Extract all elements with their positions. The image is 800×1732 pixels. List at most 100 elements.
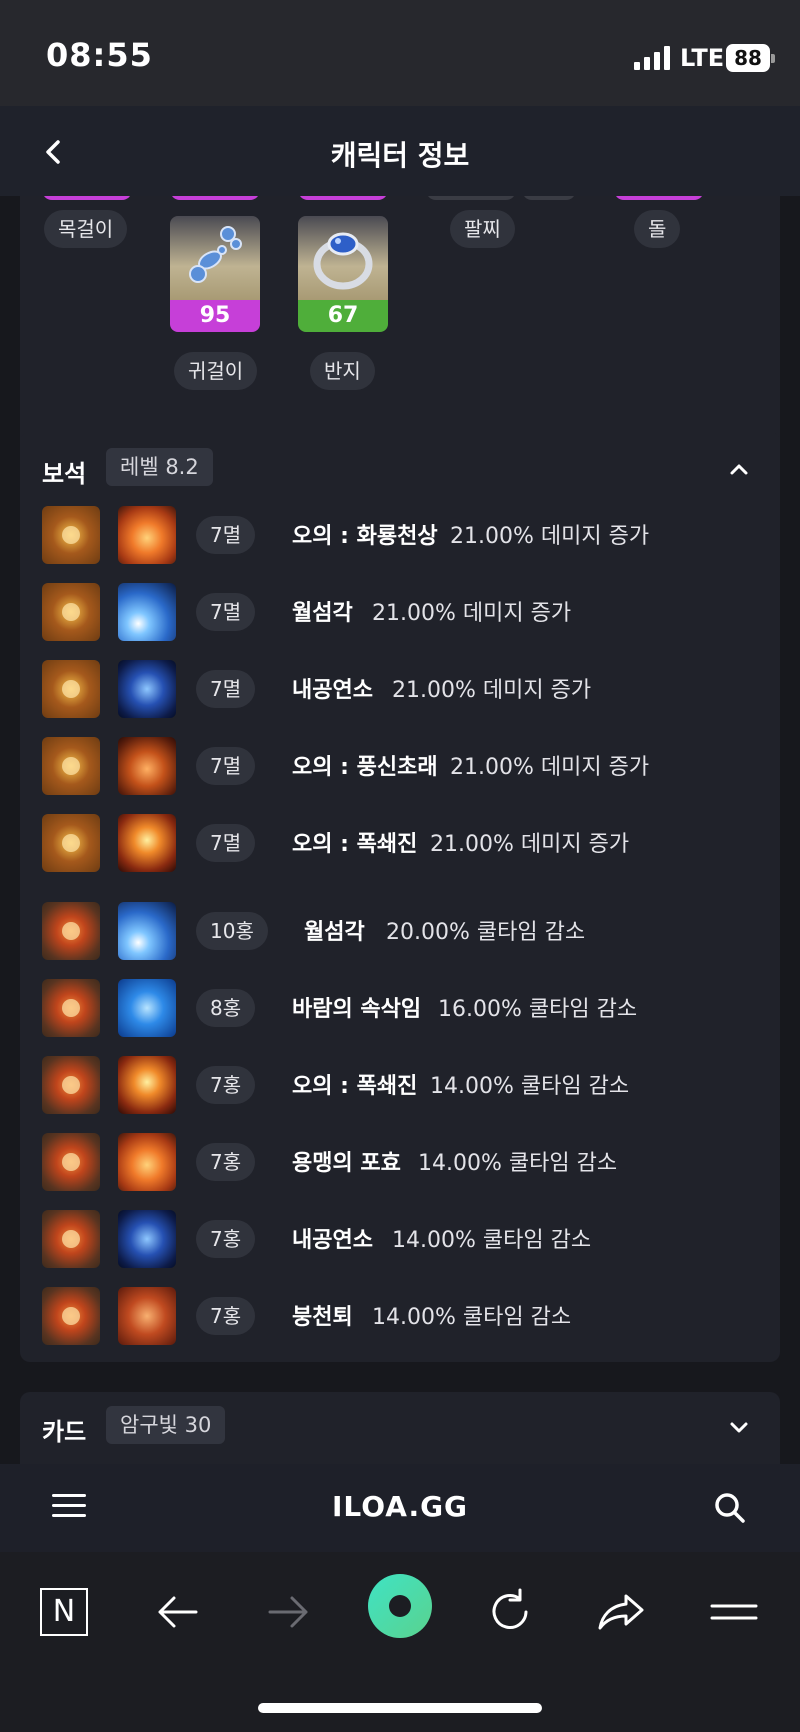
clock: 08:55	[46, 36, 153, 74]
gem-row[interactable]: 7홍 용맹의 포효 14.00% 쿨타임 감소	[42, 1133, 762, 1191]
share-icon	[598, 1594, 644, 1630]
bracelet-label: 팔찌	[450, 210, 515, 248]
gem-skill-name: 월섬각	[304, 920, 365, 945]
app-header: 캐릭터 정보	[0, 106, 800, 196]
gem-level: 8홍	[196, 989, 256, 1027]
refresh-button[interactable]	[480, 1582, 540, 1642]
gem-effect: 21.00% 데미지 증가	[450, 755, 650, 780]
ring-item[interactable]: 67	[298, 216, 388, 332]
gem-row[interactable]: 8홍 바람의 속삭임 16.00% 쿨타임 감소	[42, 979, 762, 1037]
necklace-label: 목걸이	[44, 210, 128, 248]
chevron-up-icon	[730, 464, 748, 475]
home-indicator	[258, 1703, 542, 1713]
gem-effect: 21.00% 데미지 증가	[392, 678, 592, 703]
gem-effect: 14.00% 쿨타임 감소	[392, 1228, 592, 1253]
stone-quality-bar	[614, 196, 704, 200]
signal-icon	[634, 46, 670, 70]
fire-skill-icon	[118, 506, 176, 564]
necklace-quality-bar	[42, 196, 132, 200]
site-navbar: ILOA.GG	[0, 1464, 800, 1552]
gem-effect: 20.00% 쿨타임 감소	[386, 920, 586, 945]
blue-slash-skill-icon	[118, 902, 176, 960]
ring-image	[298, 216, 388, 300]
gem-skill-name: 바람의 속삭임	[292, 997, 422, 1022]
bracelet-top-bar-2	[522, 196, 576, 200]
gem-skill-name: 오의 : 화룡천상	[292, 524, 438, 549]
burst-skill-icon	[118, 814, 176, 872]
gem-level: 10홍	[196, 912, 268, 950]
gem-skill-name: 오의 : 폭쇄진	[292, 832, 418, 857]
cards-title: 카드	[42, 1418, 87, 1446]
gem-row[interactable]: 7멸 오의 : 풍신초래 21.00% 데미지 증가	[42, 737, 762, 795]
gem-effect: 21.00% 데미지 증가	[430, 832, 630, 857]
swirl-skill-icon	[118, 1210, 176, 1268]
page-title: 캐릭터 정보	[330, 139, 470, 172]
ring-quality: 67	[298, 300, 388, 332]
cooldown-gem-icon	[42, 979, 100, 1037]
runner-skill-icon	[118, 979, 176, 1037]
gem-row[interactable]: 7멸 내공연소 21.00% 데미지 증가	[42, 660, 762, 718]
gem-row[interactable]: 7멸 월섬각 21.00% 데미지 증가	[42, 583, 762, 641]
earring-item[interactable]: 95	[170, 216, 260, 332]
gem-skill-name: 월섬각	[292, 601, 353, 626]
status-bar: 08:55 LTE 88	[0, 0, 800, 106]
gem-row[interactable]: 7멸 오의 : 폭쇄진 21.00% 데미지 증가	[42, 814, 762, 872]
cards-card[interactable]: 카드 암구빛 30	[20, 1392, 780, 1464]
gem-skill-name: 오의 : 폭쇄진	[292, 1074, 418, 1099]
share-button[interactable]	[592, 1582, 652, 1642]
gems-card: 보석 레벨 8.2 7멸 오의 : 화룡천상 21.00% 데미지 증가 7멸 …	[20, 432, 780, 1362]
earring-quality-bar	[170, 196, 260, 200]
storm-skill-icon	[118, 737, 176, 795]
gem-effect: 21.00% 데미지 증가	[372, 601, 572, 626]
browser-forward-button[interactable]	[258, 1582, 318, 1642]
search-button[interactable]	[710, 1488, 750, 1528]
cooldown-gem-icon	[42, 902, 100, 960]
gems-level-badge: 레벨 8.2	[106, 448, 213, 486]
cooldown-gem-icon	[42, 1056, 100, 1114]
expand-button[interactable]	[724, 1412, 754, 1442]
gem-effect: 16.00% 쿨타임 감소	[438, 997, 638, 1022]
gem-effect: 21.00% 데미지 증가	[450, 524, 650, 549]
gem-row[interactable]: 7홍 내공연소 14.00% 쿨타임 감소	[42, 1210, 762, 1268]
gem-row[interactable]: 7홍 오의 : 폭쇄진 14.00% 쿨타임 감소	[42, 1056, 762, 1114]
gem-skill-name: 용맹의 포효	[292, 1151, 401, 1176]
ring-label: 반지	[310, 352, 375, 390]
bracelet-top-bar	[426, 196, 516, 200]
gem-row[interactable]: 10홍 월섬각 20.00% 쿨타임 감소	[42, 902, 762, 960]
burst-skill-icon	[118, 1056, 176, 1114]
earring-quality: 95	[170, 300, 260, 332]
gem-level: 7홍	[196, 1220, 256, 1258]
more-menu-button[interactable]	[704, 1582, 764, 1642]
naver-button[interactable]: N	[40, 1588, 88, 1636]
gem-level: 7멸	[196, 593, 256, 631]
site-logo[interactable]: ILOA.GG	[0, 1490, 800, 1523]
gem-skill-name: 내공연소	[292, 1228, 373, 1253]
swirl-skill-icon	[118, 660, 176, 718]
gem-level: 7멸	[196, 670, 256, 708]
damage-gem-icon	[42, 814, 100, 872]
browser-back-button[interactable]	[148, 1582, 208, 1642]
blue-slash-skill-icon	[118, 583, 176, 641]
gem-level: 7멸	[196, 747, 256, 785]
cooldown-gem-icon	[42, 1133, 100, 1191]
damage-gem-icon	[42, 737, 100, 795]
collapse-button[interactable]	[724, 454, 754, 484]
kick-skill-icon	[118, 1287, 176, 1345]
gem-effect: 14.00% 쿨타임 감소	[372, 1305, 572, 1330]
arrow-left-icon	[158, 1596, 198, 1628]
gems-title: 보석	[42, 460, 87, 488]
home-button[interactable]	[368, 1574, 432, 1638]
gem-level: 7멸	[196, 824, 256, 862]
refresh-icon	[492, 1588, 528, 1629]
gem-level: 7홍	[196, 1297, 256, 1335]
gem-skill-name: 오의 : 풍신초래	[292, 755, 438, 780]
damage-gem-icon	[42, 506, 100, 564]
cards-badge: 암구빛 30	[106, 1406, 226, 1444]
gem-row[interactable]: 7멸 오의 : 화룡천상 21.00% 데미지 증가	[42, 506, 762, 564]
gem-row[interactable]: 7홍 붕천퇴 14.00% 쿨타임 감소	[42, 1287, 762, 1345]
content-scroll[interactable]: 목걸이 팔찌 돌 95 67 귀걸이 반지 보석 레벨 8.2 7멸 오의: …	[0, 196, 800, 1464]
fire-skill-icon	[118, 1133, 176, 1191]
earring-image	[170, 216, 260, 300]
network-label: LTE	[680, 44, 725, 72]
cooldown-gem-icon	[42, 1287, 100, 1345]
